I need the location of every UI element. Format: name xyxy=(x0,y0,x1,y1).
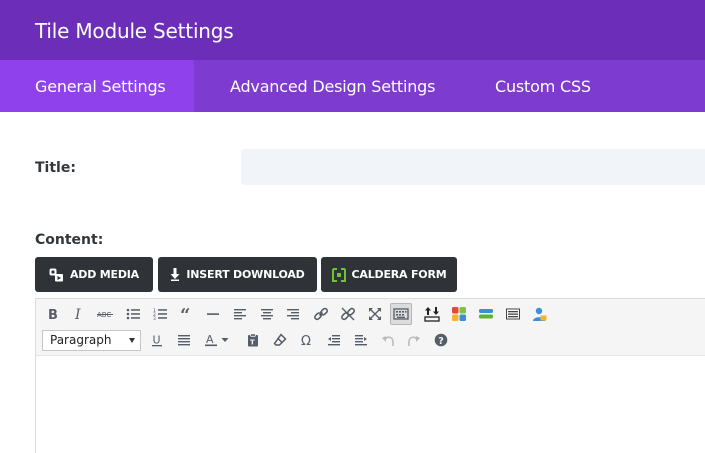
svg-text:T: T xyxy=(250,339,255,347)
bullet-list-icon[interactable] xyxy=(122,303,144,325)
title-input[interactable] xyxy=(241,149,705,185)
redo-icon[interactable] xyxy=(403,329,425,351)
bold-icon[interactable]: B xyxy=(42,303,64,325)
tab-custom-css[interactable]: Custom CSS xyxy=(495,60,591,112)
blockquote-icon[interactable]: “ xyxy=(176,303,198,325)
outdent-icon[interactable] xyxy=(323,329,345,351)
svg-text:3: 3 xyxy=(153,316,156,321)
strikethrough-icon[interactable]: ABC xyxy=(94,303,116,325)
clear-formatting-icon[interactable] xyxy=(269,329,291,351)
download-arrow-icon xyxy=(170,268,180,281)
horizontal-line-icon[interactable] xyxy=(202,303,224,325)
insert-link-icon[interactable] xyxy=(310,303,332,325)
paragraph-format-value: Paragraph xyxy=(50,333,112,347)
modal-header: Tile Module Settings xyxy=(0,0,705,60)
insert-download-label: INSERT DOWNLOAD xyxy=(186,268,305,281)
add-media-button[interactable]: ADD MEDIA xyxy=(35,257,153,292)
tab-advanced-design-settings[interactable]: Advanced Design Settings xyxy=(230,60,435,112)
svg-text:Ω: Ω xyxy=(301,334,311,347)
add-media-icon xyxy=(49,268,64,282)
italic-icon[interactable]: I xyxy=(68,303,90,325)
content-editor: B I ABC 123 “ xyxy=(35,298,705,453)
text-color-dropdown-icon[interactable] xyxy=(219,329,231,351)
title-label: Title: xyxy=(35,160,76,176)
align-center-icon[interactable] xyxy=(256,303,278,325)
align-right-icon[interactable] xyxy=(282,303,304,325)
user-badge-icon[interactable] xyxy=(528,303,550,325)
numbered-list-icon[interactable]: 123 xyxy=(149,303,171,325)
justify-icon[interactable] xyxy=(173,329,195,351)
align-left-icon[interactable] xyxy=(229,303,251,325)
svg-text:U: U xyxy=(153,334,161,347)
svg-text:?: ? xyxy=(438,336,444,347)
modal-title: Tile Module Settings xyxy=(35,19,234,43)
caldera-form-label: CALDERA FORM xyxy=(351,268,447,281)
toolbar-toggle-icon[interactable] xyxy=(390,303,412,325)
content-label: Content: xyxy=(35,232,104,248)
indent-icon[interactable] xyxy=(350,329,372,351)
fullscreen-icon[interactable] xyxy=(364,303,386,325)
settings-tabs: General Settings Advanced Design Setting… xyxy=(0,60,705,112)
editor-toolbar: B I ABC 123 “ xyxy=(36,299,705,356)
caldera-form-button[interactable]: CALDERA FORM xyxy=(321,257,457,292)
svg-text:B: B xyxy=(48,308,58,321)
page-break-icon[interactable] xyxy=(502,303,524,325)
svg-text:I: I xyxy=(74,307,81,321)
tab-general-settings[interactable]: General Settings xyxy=(0,60,194,112)
help-icon[interactable]: ? xyxy=(430,329,452,351)
undo-icon[interactable] xyxy=(377,329,399,351)
svg-text:“: “ xyxy=(180,307,190,321)
paste-text-icon[interactable]: T xyxy=(242,329,264,351)
add-media-label: ADD MEDIA xyxy=(69,268,139,281)
colored-blocks-icon[interactable] xyxy=(448,303,470,325)
paragraph-format-select[interactable]: Paragraph xyxy=(42,330,141,351)
caldera-form-icon xyxy=(331,267,346,282)
layer-stack-icon[interactable] xyxy=(475,303,497,325)
chevron-down-icon xyxy=(129,338,135,343)
special-character-icon[interactable]: Ω xyxy=(296,329,318,351)
editor-content-area[interactable] xyxy=(36,356,705,453)
insert-download-button[interactable]: INSERT DOWNLOAD xyxy=(158,257,317,292)
remove-link-icon[interactable] xyxy=(337,303,359,325)
upload-icon[interactable] xyxy=(421,303,443,325)
underline-icon[interactable]: U xyxy=(146,329,168,351)
svg-text:A: A xyxy=(206,333,214,346)
